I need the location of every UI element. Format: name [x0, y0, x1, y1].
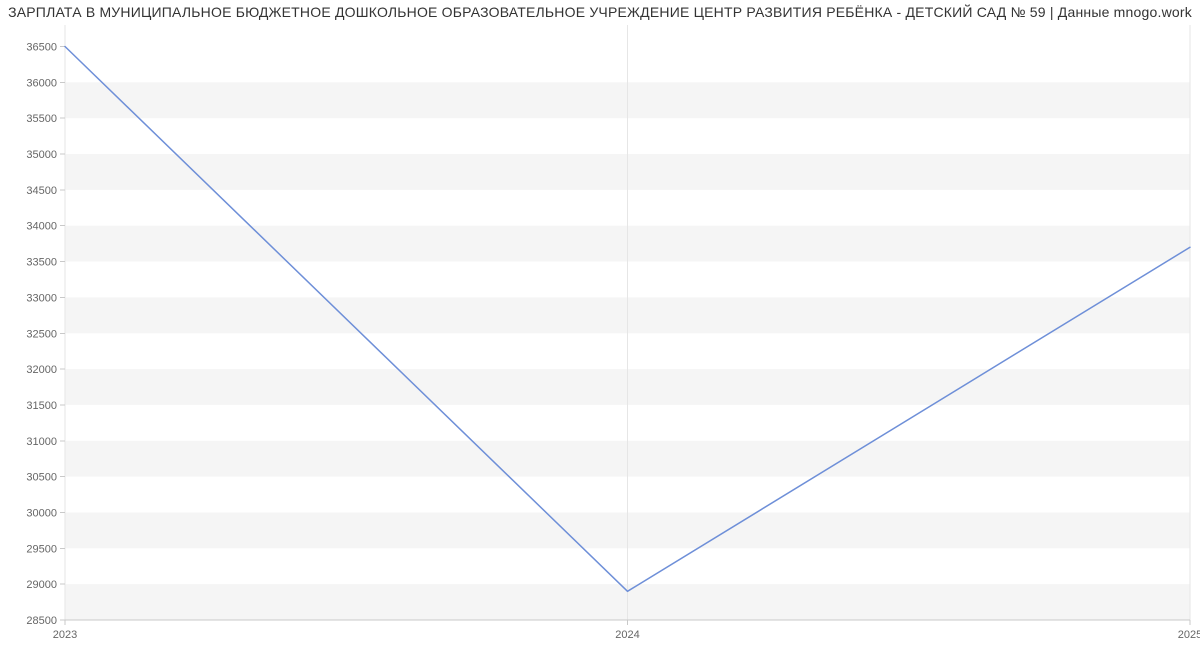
- y-tick-label: 32500: [26, 328, 57, 340]
- y-tick-label: 35500: [26, 113, 57, 125]
- chart-svg: 28500 29000 29500 30000 30500 31000 31500 32000…: [0, 0, 1200, 650]
- y-tick-label: 34000: [26, 221, 57, 233]
- y-tick-label: 32000: [26, 364, 57, 376]
- y-tick-label: 30500: [26, 472, 57, 484]
- y-tick-label: 33000: [26, 292, 57, 304]
- x-tick-label: 2024: [615, 629, 639, 641]
- y-tick-label: 30000: [26, 507, 57, 519]
- chart-container: ЗАРПЛАТА В МУНИЦИПАЛЬНОЕ БЮДЖЕТНОЕ ДОШКО…: [0, 0, 1200, 650]
- y-tick-label: 34500: [26, 185, 57, 197]
- y-tick-label: 36500: [26, 42, 57, 54]
- y-tick-label: 36000: [26, 77, 57, 89]
- y-tick-label: 35000: [26, 149, 57, 161]
- y-tick-label: 29500: [26, 543, 57, 555]
- y-tick-label: 31500: [26, 400, 57, 412]
- y-tick-label: 33500: [26, 257, 57, 269]
- y-tick-label: 28500: [26, 615, 57, 627]
- y-tick-label: 29000: [26, 579, 57, 591]
- x-tick-label: 2023: [53, 629, 77, 641]
- y-tick-label: 31000: [26, 436, 57, 448]
- x-tick-label: 2025: [1178, 629, 1200, 641]
